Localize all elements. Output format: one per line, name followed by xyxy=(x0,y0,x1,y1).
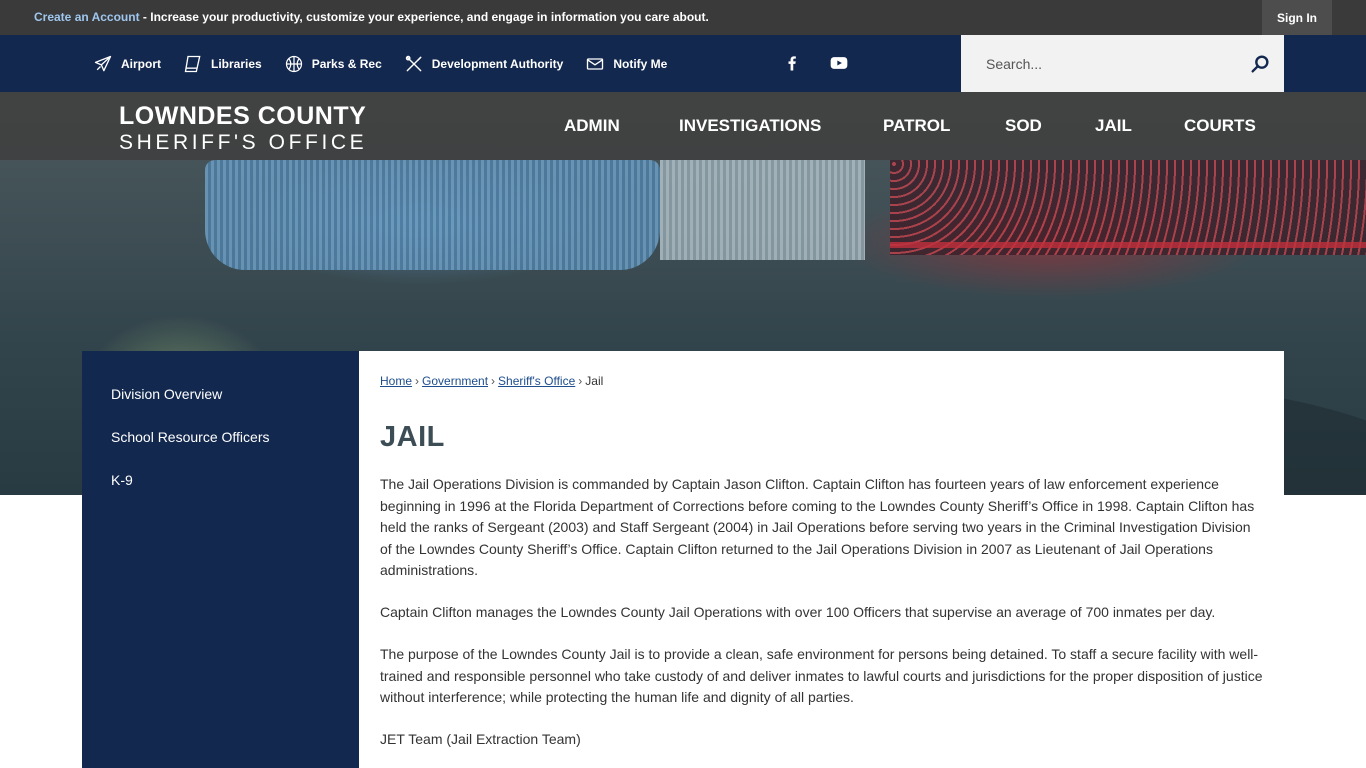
quicklink-label: Development Authority xyxy=(431,56,564,71)
sidebar-item-school-resource-officers[interactable]: School Resource Officers xyxy=(111,429,269,445)
sign-in-button[interactable]: Sign In xyxy=(1262,0,1332,35)
breadcrumb: Home › Government › Sheriff's Office › Jail xyxy=(380,374,603,388)
create-account-link[interactable]: Create an Account xyxy=(34,10,140,24)
breadcrumb-separator: › xyxy=(578,374,583,388)
page-title: JAIL xyxy=(380,421,445,453)
quicklink-label: Libraries xyxy=(211,56,262,71)
paragraph-jet-team: JET Team (Jail Extraction Team) xyxy=(380,731,581,747)
book-icon xyxy=(184,55,201,72)
quick-links: Airport Libraries Parks & Rec Developmen… xyxy=(93,35,689,92)
quicklink-parks-rec[interactable]: Parks & Rec xyxy=(284,54,382,74)
youtube-icon xyxy=(830,57,848,69)
logo-line1: LOWNDES COUNTY xyxy=(119,102,367,130)
account-promo: Create an Account - Increase your produc… xyxy=(34,10,709,24)
quicklink-label: Parks & Rec xyxy=(311,56,382,71)
search-input[interactable] xyxy=(961,35,1241,92)
quicklink-label: Notify Me xyxy=(613,56,668,71)
youtube-link[interactable] xyxy=(829,53,849,78)
quicklink-notify-me[interactable]: Notify Me xyxy=(585,54,667,74)
breadcrumb-government[interactable]: Government xyxy=(422,374,488,388)
search-icon[interactable] xyxy=(1249,53,1271,75)
quicklink-libraries[interactable]: Libraries xyxy=(183,54,262,74)
logo-line2: SHERIFF'S OFFICE xyxy=(119,131,368,154)
promo-text: - Increase your productivity, customize … xyxy=(139,10,709,24)
hero-lightbar-red xyxy=(890,160,1366,255)
nav-patrol[interactable]: PATROL xyxy=(883,116,950,136)
breadcrumb-sheriffs-office[interactable]: Sheriff's Office xyxy=(498,374,575,388)
sidebar: Division Overview School Resource Office… xyxy=(82,351,359,768)
facebook-link[interactable] xyxy=(782,53,802,78)
breadcrumb-separator: › xyxy=(415,374,420,388)
paragraph-intro: The Jail Operations Division is commande… xyxy=(380,476,1255,579)
ball-icon xyxy=(285,55,302,72)
search-box xyxy=(961,35,1284,92)
nav-jail[interactable]: JAIL xyxy=(1095,116,1132,136)
hero-lightbar-blue xyxy=(205,160,660,270)
airplane-icon xyxy=(94,55,112,71)
hero-lightbar-clear xyxy=(660,160,865,260)
main-content: Home › Government › Sheriff's Office › Jail JA… xyxy=(359,351,1284,768)
hero-red-strip xyxy=(890,242,1366,248)
paragraph-officers: Captain Clifton manages the Lowndes Coun… xyxy=(380,604,1216,620)
account-bar: Create an Account - Increase your produc… xyxy=(0,0,1366,35)
nav-admin[interactable]: ADMIN xyxy=(564,116,620,136)
sidebar-item-k9[interactable]: K-9 xyxy=(111,472,133,488)
site-logo[interactable]: LOWNDES COUNTY SHERIFF'S OFFICE xyxy=(119,103,367,157)
quicklink-airport[interactable]: Airport xyxy=(93,54,161,74)
quicklink-development-authority[interactable]: Development Authority xyxy=(404,54,564,74)
paragraph-purpose: The purpose of the Lowndes County Jail i… xyxy=(380,646,1263,706)
breadcrumb-separator: › xyxy=(491,374,496,388)
tools-icon xyxy=(405,55,422,71)
nav-investigations[interactable]: INVESTIGATIONS xyxy=(679,116,821,136)
envelope-icon xyxy=(587,57,604,70)
sidebar-item-division-overview[interactable]: Division Overview xyxy=(111,386,222,402)
facebook-icon xyxy=(788,56,796,71)
nav-sod[interactable]: SOD xyxy=(1005,116,1042,136)
quicklink-label: Airport xyxy=(121,56,161,71)
breadcrumb-current: Jail xyxy=(585,374,604,388)
breadcrumb-home[interactable]: Home xyxy=(380,374,412,388)
nav-courts[interactable]: COURTS xyxy=(1184,116,1256,136)
